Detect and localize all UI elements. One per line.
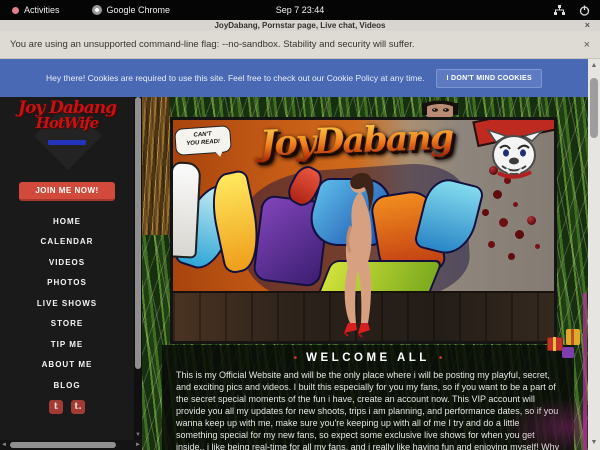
cookie-banner: Hey there! Cookies are required to use t… bbox=[0, 59, 588, 97]
scroll-up-icon[interactable]: ▲ bbox=[588, 61, 600, 71]
sidebar-item-about-me[interactable]: ABOUT ME bbox=[0, 355, 134, 376]
sidebar-item-tip-me[interactable]: TIP ME bbox=[0, 334, 134, 355]
heading-bullet-left: • bbox=[294, 353, 298, 364]
woman-figure bbox=[331, 170, 389, 338]
heading-bullet-right: • bbox=[439, 353, 443, 364]
clock[interactable]: Sep 7 23:44 bbox=[0, 5, 600, 15]
dried-grass-decoration bbox=[142, 97, 170, 235]
browser-viewport: Hey there! Cookies are required to use t… bbox=[0, 59, 600, 450]
desktop: Activities Google Chrome Sep 7 23:44 Joy… bbox=[0, 0, 600, 450]
flag-warning-infobar: You are using an unsupported command-lin… bbox=[0, 31, 600, 59]
bulldog-cartoon bbox=[486, 128, 544, 180]
site-logo[interactable]: Joy Dabang HotWife bbox=[0, 98, 134, 176]
graffiti-dots bbox=[527, 216, 536, 225]
welcome-heading: WELCOME ALL bbox=[306, 352, 430, 364]
hero-mural-image: JoyDabang CAN'T YOU READ! bbox=[170, 117, 557, 344]
sidebar-item-videos[interactable]: VIDEOS bbox=[0, 252, 134, 273]
page-vertical-scrollbar[interactable]: ▲ ▼ bbox=[588, 59, 600, 450]
sidebar-nav: HOME CALENDAR VIDEOS PHOTOS LIVE SHOWS S… bbox=[0, 211, 134, 396]
main-content: JoyDabang CAN'T YOU READ! bbox=[142, 97, 588, 450]
scroll-down-icon[interactable]: ▼ bbox=[134, 432, 142, 438]
page-vscroll-thumb[interactable] bbox=[590, 78, 598, 138]
social-links: t t. bbox=[0, 400, 134, 414]
window-close-icon[interactable]: × bbox=[585, 20, 590, 31]
power-icon[interactable] bbox=[579, 5, 590, 16]
sidebar-item-live-shows[interactable]: LIVE SHOWS bbox=[0, 293, 134, 314]
system-top-bar: Activities Google Chrome Sep 7 23:44 bbox=[0, 0, 600, 20]
sidebar-horizontal-scrollbar[interactable]: ◄ ► bbox=[0, 440, 142, 450]
twitter-icon[interactable]: t bbox=[49, 400, 63, 414]
flag-warning-text: You are using an unsupported command-lin… bbox=[10, 39, 415, 50]
network-icon[interactable] bbox=[554, 5, 565, 16]
sidebar-item-calendar[interactable]: CALENDAR bbox=[0, 232, 134, 253]
window-title: JoyDabang, Pornstar page, Live chat, Vid… bbox=[214, 21, 385, 30]
welcome-heading-row: • WELCOME ALL • bbox=[162, 352, 574, 364]
sidebar-item-photos[interactable]: PHOTOS bbox=[0, 273, 134, 294]
logo-line2: HotWife bbox=[0, 114, 134, 132]
gift-box-decoration bbox=[547, 337, 563, 351]
peeking-face-image bbox=[420, 99, 460, 117]
speech-bubble: CAN'T YOU READ! bbox=[174, 125, 232, 156]
infobar-close-icon[interactable]: × bbox=[584, 39, 590, 51]
magenta-glow-decoration bbox=[502, 397, 588, 450]
cookie-message: Hey there! Cookies are required to use t… bbox=[46, 73, 424, 83]
sidebar: Joy Dabang HotWife JOIN ME NOW! HOME CAL… bbox=[0, 97, 134, 440]
scroll-right-icon[interactable]: ► bbox=[134, 442, 142, 448]
sidebar-hscroll-thumb[interactable] bbox=[10, 442, 116, 448]
window-titlebar: JoyDabang, Pornstar page, Live chat, Vid… bbox=[0, 20, 600, 31]
join-me-now-button[interactable]: JOIN ME NOW! bbox=[19, 182, 115, 201]
cookie-accept-button[interactable]: I DON'T MIND COOKIES bbox=[436, 69, 541, 88]
page-body: Joy Dabang HotWife JOIN ME NOW! HOME CAL… bbox=[0, 97, 588, 450]
sidebar-vscroll-thumb[interactable] bbox=[135, 97, 141, 369]
white-figure-shape bbox=[170, 161, 201, 258]
tumblr-icon[interactable]: t. bbox=[71, 400, 85, 414]
scroll-left-icon[interactable]: ◄ bbox=[0, 442, 8, 448]
logo-link[interactable] bbox=[48, 140, 86, 145]
sidebar-vertical-scrollbar[interactable]: ▼ bbox=[134, 97, 142, 440]
gift-box-decoration bbox=[566, 329, 580, 345]
sidebar-item-store[interactable]: STORE bbox=[0, 314, 134, 335]
scroll-down-icon[interactable]: ▼ bbox=[588, 438, 600, 448]
gift-box-decoration bbox=[562, 347, 574, 358]
sidebar-item-home[interactable]: HOME bbox=[0, 211, 134, 232]
sidebar-item-blog[interactable]: BLOG bbox=[0, 375, 134, 396]
